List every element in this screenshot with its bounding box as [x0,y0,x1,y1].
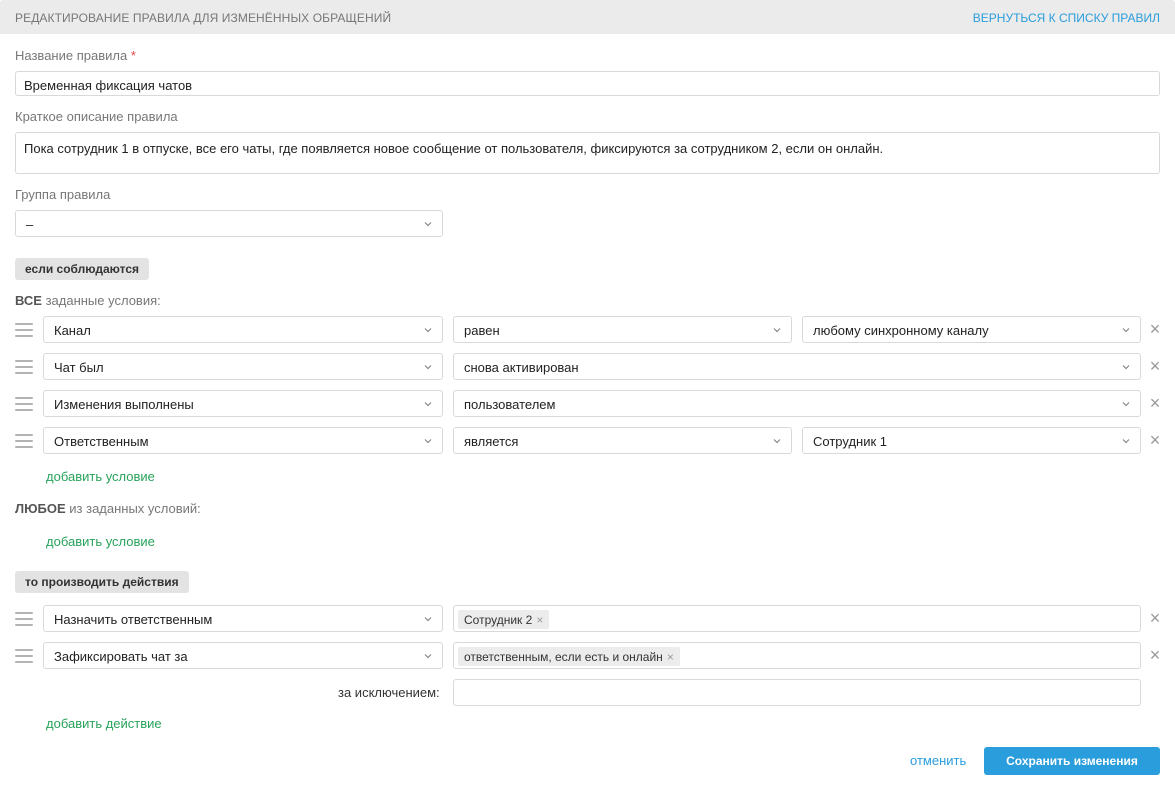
rule-description-value: Пока сотрудник 1 в отпуске, все его чаты… [24,141,884,156]
condition-3-operator-select[interactable]: пользователем [453,390,1141,417]
condition-1-value: любому синхронному каналу [813,323,989,338]
action-1-tag: Сотрудник 2 × [458,610,550,629]
rule-description-textarea[interactable]: Пока сотрудник 1 в отпуске, все его чаты… [15,132,1160,174]
chevron-down-icon [1122,328,1130,333]
rule-group-value: – [26,217,34,232]
save-changes-button[interactable]: Сохранить изменения [984,747,1160,775]
remove-condition-1-close-icon[interactable]: × [1148,320,1162,338]
all-conditions-label: ВСЕ заданные условия: [15,293,161,308]
condition-3-field-value: Изменения выполнены [54,397,194,412]
drag-handle-icon[interactable] [15,612,33,626]
page-title: РЕДАКТИРОВАНИЕ ПРАВИЛА ДЛЯ ИЗМЕНЁННЫХ ОБ… [15,11,392,25]
tag-remove-close-icon[interactable]: × [667,650,674,664]
action-2-value: Зафиксировать чат за [54,649,188,664]
rule-name-label: Название правила * [15,48,136,63]
condition-3-field-select[interactable]: Изменения выполнены [43,390,443,417]
action-2-tag-label: ответственным, если есть и онлайн [464,650,663,664]
chevron-down-icon [773,439,781,444]
remove-condition-2-close-icon[interactable]: × [1148,357,1162,375]
action-1-tag-label: Сотрудник 2 [464,613,533,627]
except-label: за исключением: [338,685,440,700]
chevron-down-icon [424,365,432,370]
condition-2-operator-value: снова активирован [464,360,579,375]
remove-condition-4-close-icon[interactable]: × [1148,431,1162,449]
all-conditions-prefix: ВСЕ [15,293,42,308]
condition-1-value-select[interactable]: любому синхронному каналу [802,316,1141,343]
chevron-down-icon [1122,365,1130,370]
rule-name-input[interactable]: Временная фиксация чатов [15,71,1160,96]
rule-description-label: Краткое описание правила [15,109,178,124]
chevron-down-icon [424,439,432,444]
chevron-down-icon [1122,439,1130,444]
rule-name-value: Временная фиксация чатов [24,78,193,93]
action-2-tag: ответственным, если есть и онлайн × [458,647,680,666]
condition-4-value: Сотрудник 1 [813,434,887,449]
conditions-section-label: если соблюдаются [15,258,149,280]
remove-action-2-close-icon[interactable]: × [1148,646,1162,664]
cancel-button[interactable]: отменить [910,753,966,768]
condition-4-operator-select[interactable]: является [453,427,792,454]
back-to-rules-link[interactable]: ВЕРНУТЬСЯ К СПИСКУ ПРАВИЛ [973,11,1160,25]
drag-handle-icon[interactable] [15,649,33,663]
any-conditions-label: ЛЮБОЕ из заданных условий: [15,501,201,516]
action-1-value: Назначить ответственным [54,612,213,627]
condition-2-operator-select[interactable]: снова активирован [453,353,1141,380]
remove-action-1-close-icon[interactable]: × [1148,609,1162,627]
condition-4-value-select[interactable]: Сотрудник 1 [802,427,1141,454]
required-mark: * [130,48,136,63]
except-input[interactable] [453,679,1141,706]
chevron-down-icon [424,402,432,407]
any-conditions-prefix: ЛЮБОЕ [15,501,66,516]
action-1-select[interactable]: Назначить ответственным [43,605,443,632]
condition-4-field-select[interactable]: Ответственным [43,427,443,454]
condition-4-field-value: Ответственным [54,434,149,449]
condition-3-operator-value: пользователем [464,397,556,412]
add-action-button[interactable]: добавить действие [46,716,162,731]
condition-2-field-select[interactable]: Чат был [43,353,443,380]
chevron-down-icon [424,654,432,659]
action-2-select[interactable]: Зафиксировать чат за [43,642,443,669]
drag-handle-icon[interactable] [15,397,33,411]
condition-1-field-select[interactable]: Канал [43,316,443,343]
action-2-tag-input[interactable]: ответственным, если есть и онлайн × [453,642,1141,669]
chevron-down-icon [424,222,432,227]
chevron-down-icon [424,328,432,333]
page-header: РЕДАКТИРОВАНИЕ ПРАВИЛА ДЛЯ ИЗМЕНЁННЫХ ОБ… [0,0,1175,34]
drag-handle-icon[interactable] [15,434,33,448]
tag-remove-close-icon[interactable]: × [536,613,543,627]
rule-group-label: Группа правила [15,187,111,202]
chevron-down-icon [773,328,781,333]
condition-1-operator-value: равен [464,323,500,338]
rule-name-label-text: Название правила [15,48,128,63]
condition-1-operator-select[interactable]: равен [453,316,792,343]
condition-4-operator-value: является [464,434,519,449]
condition-2-field-value: Чат был [54,360,104,375]
chevron-down-icon [424,617,432,622]
drag-handle-icon[interactable] [15,360,33,374]
remove-condition-3-close-icon[interactable]: × [1148,394,1162,412]
condition-1-field-value: Канал [54,323,91,338]
any-conditions-suffix: из заданных условий: [65,501,201,516]
add-condition-any-button[interactable]: добавить условие [46,534,155,549]
add-condition-all-button[interactable]: добавить условие [46,469,155,484]
action-1-tag-input[interactable]: Сотрудник 2 × [453,605,1141,632]
actions-section-label: то производить действия [15,571,189,593]
all-conditions-suffix: заданные условия: [41,293,161,308]
chevron-down-icon [1122,402,1130,407]
rule-group-select[interactable]: – [15,210,443,237]
drag-handle-icon[interactable] [15,323,33,337]
